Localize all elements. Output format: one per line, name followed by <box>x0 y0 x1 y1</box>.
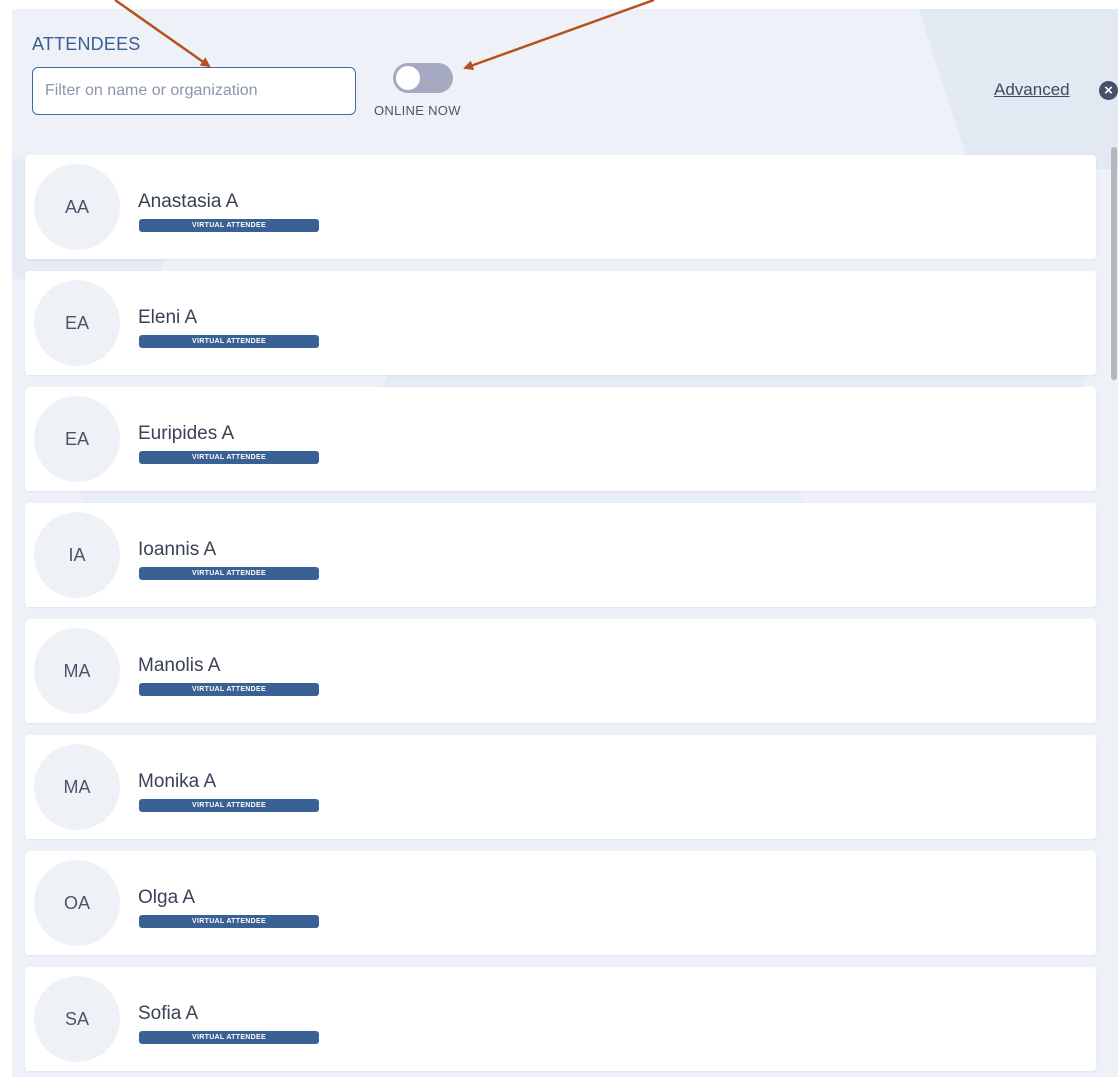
avatar: IA <box>34 512 120 598</box>
attendee-badge: VIRTUAL ATTENDEE <box>139 915 319 928</box>
attendee-card[interactable]: SA Sofia A VIRTUAL ATTENDEE <box>25 967 1096 1071</box>
avatar: AA <box>34 164 120 250</box>
attendees-header: ATTENDEES ONLINE NOW Advanced × <box>12 9 1118 144</box>
search-input[interactable] <box>32 67 356 115</box>
attendees-panel: ATTENDEES ONLINE NOW Advanced × AA Anast… <box>12 9 1118 1077</box>
attendee-card[interactable]: EA Euripides A VIRTUAL ATTENDEE <box>25 387 1096 491</box>
attendee-badge: VIRTUAL ATTENDEE <box>139 683 319 696</box>
scrollbar[interactable] <box>1111 147 1117 1067</box>
close-circle-icon[interactable]: × <box>1099 81 1118 100</box>
attendee-card[interactable]: AA Anastasia A VIRTUAL ATTENDEE <box>25 155 1096 259</box>
attendees-screen: ATTENDEES ONLINE NOW Advanced × AA Anast… <box>0 0 1118 1077</box>
attendee-name: Euripides A <box>138 423 235 444</box>
attendee-name: Anastasia A <box>138 191 239 212</box>
avatar: MA <box>34 744 120 830</box>
attendee-name: Monika A <box>138 771 217 792</box>
avatar: SA <box>34 976 120 1062</box>
attendee-name: Olga A <box>138 887 196 908</box>
avatar: MA <box>34 628 120 714</box>
avatar: EA <box>34 280 120 366</box>
avatar: OA <box>34 860 120 946</box>
scrollbar-thumb[interactable] <box>1111 147 1117 380</box>
attendee-card[interactable]: OA Olga A VIRTUAL ATTENDEE <box>25 851 1096 955</box>
attendee-name: Ioannis A <box>138 539 217 560</box>
attendee-badge: VIRTUAL ATTENDEE <box>139 567 319 580</box>
attendee-badge: VIRTUAL ATTENDEE <box>139 335 319 348</box>
attendee-name: Sofia A <box>138 1003 199 1024</box>
advanced-link[interactable]: Advanced <box>994 80 1070 100</box>
attendee-name: Eleni A <box>138 307 198 328</box>
avatar: EA <box>34 396 120 482</box>
attendee-badge: VIRTUAL ATTENDEE <box>139 451 319 464</box>
attendee-badge: VIRTUAL ATTENDEE <box>139 799 319 812</box>
toggle-knob <box>396 66 420 90</box>
attendee-badge: VIRTUAL ATTENDEE <box>139 219 319 232</box>
online-now-label: ONLINE NOW <box>374 103 461 118</box>
attendee-badge: VIRTUAL ATTENDEE <box>139 1031 319 1044</box>
online-now-toggle[interactable] <box>393 63 453 93</box>
attendee-card[interactable]: IA Ioannis A VIRTUAL ATTENDEE <box>25 503 1096 607</box>
page-title: ATTENDEES <box>32 34 141 54</box>
attendee-name: Manolis A <box>138 655 221 676</box>
attendee-card[interactable]: MA Manolis A VIRTUAL ATTENDEE <box>25 619 1096 723</box>
attendee-card[interactable]: EA Eleni A VIRTUAL ATTENDEE <box>25 271 1096 375</box>
attendee-card[interactable]: MA Monika A VIRTUAL ATTENDEE <box>25 735 1096 839</box>
